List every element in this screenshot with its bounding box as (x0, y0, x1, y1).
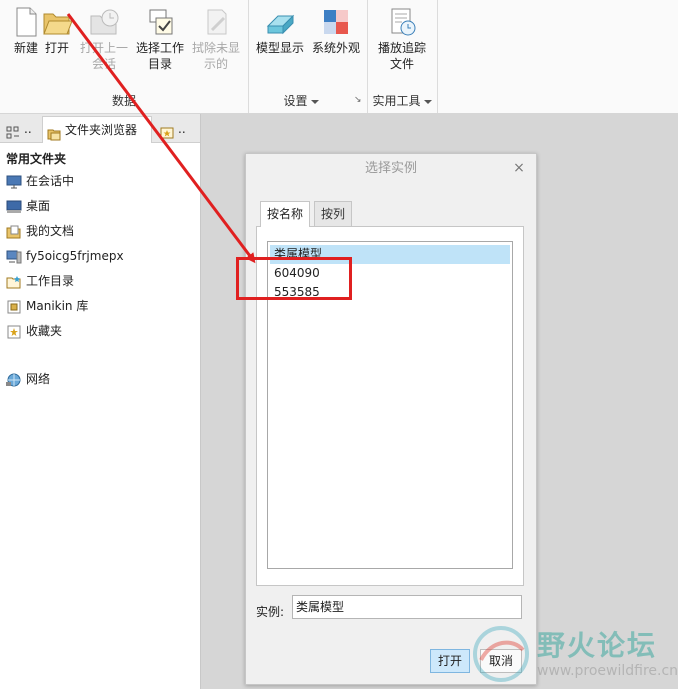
folder-item-label: Manikin 库 (26, 299, 89, 313)
library-icon (6, 300, 22, 314)
group-separator (248, 0, 249, 113)
play-trail-icon (386, 6, 418, 38)
folder-item-network[interactable]: 网络 (6, 369, 50, 389)
system-appearance-icon (320, 6, 352, 38)
folder-item-my-documents[interactable]: 我的文档 (6, 221, 74, 241)
computer-icon (6, 250, 22, 264)
ribbon: 新建 打开 打开上一会话 选择工作目录 拭除未显示的 模型显示 系统外观 播放追… (0, 0, 678, 114)
watermark-url: www.proewildfire.cn (537, 663, 678, 679)
watermark-text: 野火论坛 (537, 629, 658, 662)
play-trail-file-button[interactable]: 播放追踪文件 (374, 2, 430, 90)
select-working-dir-button[interactable]: 选择工作目录 (134, 2, 186, 90)
close-icon[interactable]: × (512, 161, 526, 175)
group-label-tools[interactable]: 实用工具 (368, 92, 436, 109)
group-separator (437, 0, 438, 113)
system-appearance-label: 系统外观 (311, 41, 360, 55)
folder-item-label: 工作目录 (26, 274, 75, 288)
model-display-button[interactable]: 模型显示 (254, 2, 306, 90)
watermark-logo-icon (473, 626, 529, 682)
navigator-tab-bar: .. 文件夹浏览器 .. (0, 114, 200, 143)
model-display-icon (264, 6, 296, 38)
open-button-label: 打开 (44, 41, 69, 55)
open-folder-icon (41, 6, 73, 38)
instance-label: 实例: (256, 605, 285, 619)
system-appearance-button[interactable]: 系统外观 (310, 2, 362, 90)
favorites-icon (6, 325, 22, 339)
navigator-pane: .. 文件夹浏览器 .. 常用文件夹 在会话中 桌面 我的文档 fy5oicg5… (0, 114, 201, 689)
folder-item-label: 收藏夹 (26, 324, 63, 338)
chevron-down-icon (423, 99, 432, 104)
documents-icon (6, 225, 22, 239)
open-last-session-label: 打开上一会话 (79, 41, 128, 71)
annotation-highlight-box (236, 257, 352, 300)
open-button[interactable]: 打开 (31, 2, 83, 90)
instance-field[interactable]: 类属模型 (292, 595, 522, 619)
folder-item-label: 网络 (26, 372, 51, 386)
folder-item-label: 在会话中 (26, 174, 75, 188)
play-trail-file-label: 播放追踪文件 (377, 41, 426, 71)
folder-item-desktop[interactable]: 桌面 (6, 196, 50, 216)
working-folder-icon (6, 275, 22, 289)
desktop-icon (6, 200, 22, 214)
folder-browser-icon (47, 124, 61, 140)
dialog-launcher-icon[interactable]: ↘ (354, 96, 363, 105)
tab-favorites-label: .. (178, 122, 186, 136)
tab-model-tree-label: .. (24, 122, 32, 136)
session-monitor-icon (6, 175, 22, 189)
tab-by-name[interactable]: 按名称 (260, 201, 311, 227)
working-directory-icon (144, 6, 176, 38)
group-label-data: 数据 (111, 94, 136, 108)
network-icon (6, 373, 22, 387)
select-instance-dialog: 选择实例 × 按名称 按列 类属模型 604090 553585 实例: 类属模… (245, 153, 537, 685)
model-tree-icon (6, 123, 20, 138)
tab-model-tree[interactable]: .. (2, 116, 38, 142)
tab-folder-browser[interactable]: 文件夹浏览器 (42, 116, 152, 143)
erase-icon (200, 6, 232, 38)
tab-by-column[interactable]: 按列 (314, 201, 353, 226)
group-label-settings[interactable]: 设置 (266, 92, 336, 109)
common-folders-heading: 常用文件夹 (6, 152, 67, 166)
folder-item-computer[interactable]: fy5oicg5frjmepx (6, 246, 124, 266)
model-display-label: 模型显示 (255, 41, 304, 55)
folder-item-label: 我的文档 (26, 224, 75, 238)
group-label-settings-text: 设置 (283, 94, 308, 108)
erase-not-displayed-label: 拭除未显示的 (191, 41, 240, 71)
watermark-logo: 野火论坛 www.proewildfire.cn (467, 618, 678, 689)
tab-favorites[interactable]: .. (156, 116, 196, 142)
folder-item-label: 桌面 (26, 199, 51, 213)
open-session-icon (88, 6, 120, 38)
dialog-title: 选择实例 (364, 161, 417, 176)
folder-item-working-directory[interactable]: 工作目录 (6, 271, 74, 291)
favorites-tab-icon (160, 123, 174, 138)
folder-item-favorites[interactable]: 收藏夹 (6, 321, 62, 341)
erase-not-displayed-button[interactable]: 拭除未显示的 (190, 2, 242, 90)
open-last-session-button[interactable]: 打开上一会话 (78, 2, 130, 90)
group-label-tools-text: 实用工具 (372, 94, 421, 108)
chevron-down-icon (310, 99, 319, 104)
select-working-dir-label: 选择工作目录 (135, 41, 184, 71)
folder-item-in-session[interactable]: 在会话中 (6, 171, 74, 191)
tab-folder-browser-label: 文件夹浏览器 (65, 123, 138, 137)
folder-item-label: fy5oicg5frjmepx (26, 249, 124, 263)
open-button[interactable]: 打开 (430, 649, 470, 673)
folder-item-manikin-library[interactable]: Manikin 库 (6, 296, 88, 316)
